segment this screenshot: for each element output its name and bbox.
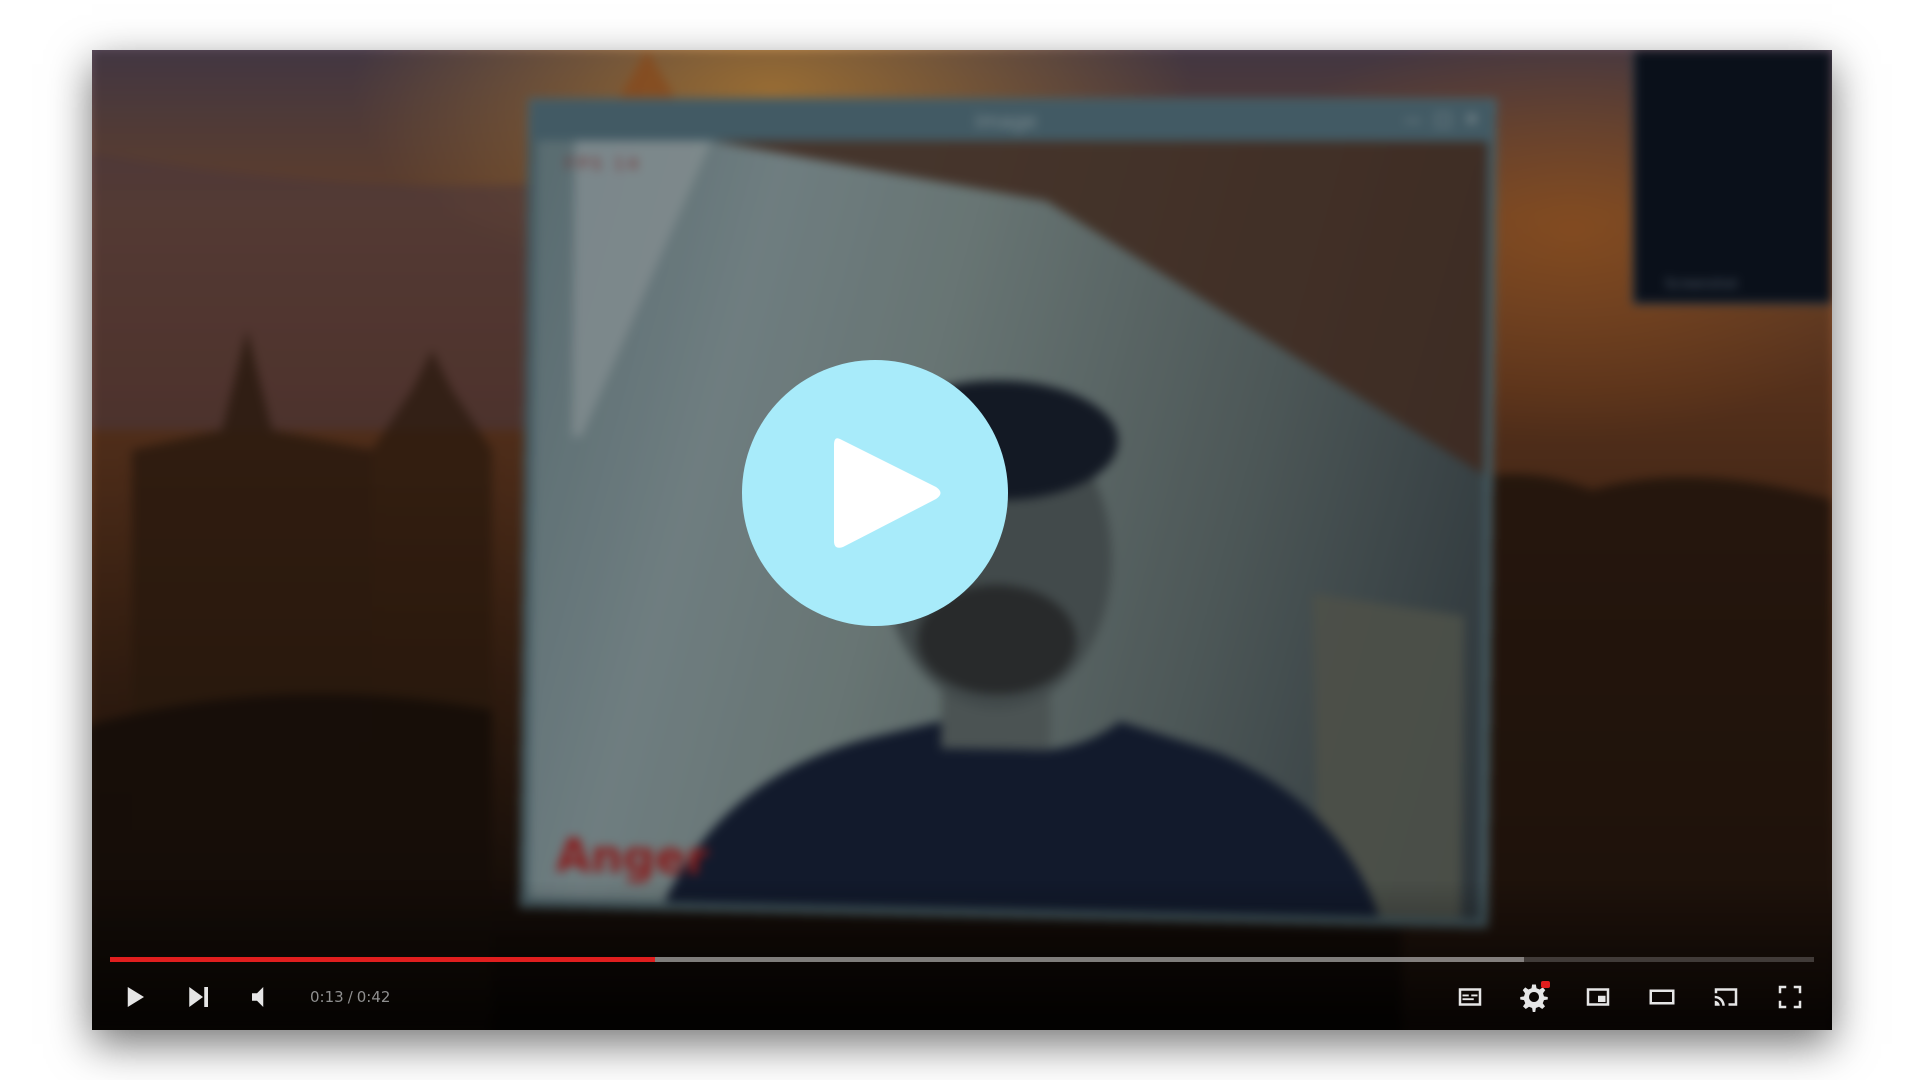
play-button[interactable] (110, 973, 158, 1021)
cast-icon (1714, 988, 1738, 1006)
progress-bar[interactable] (110, 957, 1814, 962)
play-icon (834, 438, 941, 548)
volume-icon (252, 987, 264, 1007)
fullscreen-icon (1778, 985, 1802, 1009)
settings-button[interactable] (1510, 973, 1558, 1021)
subtitles-icon (1458, 988, 1482, 1006)
theater-icon (1649, 989, 1675, 1005)
next-button[interactable] (174, 973, 222, 1021)
next-icon (189, 987, 208, 1007)
controls-bar: 0:13/0:42 (92, 964, 1832, 1030)
settings-icon (1520, 984, 1548, 1012)
miniplayer-button[interactable] (1574, 973, 1622, 1021)
fullscreen-button[interactable] (1766, 973, 1814, 1021)
volume-button[interactable] (238, 973, 286, 1021)
big-play-button[interactable] (742, 360, 1008, 626)
page: image — □ ✕ FPS 14 Anger Screenshot 0:13… (0, 0, 1920, 1080)
cast-button[interactable] (1702, 973, 1750, 1021)
subtitles-button[interactable] (1446, 973, 1494, 1021)
theater-button[interactable] (1638, 973, 1686, 1021)
controls-left: 0:13/0:42 (110, 973, 390, 1021)
time-current: 0:13 (310, 988, 344, 1006)
controls-right (1446, 973, 1814, 1021)
progress-played (110, 957, 656, 962)
time-separator: / (347, 988, 353, 1006)
miniplayer-icon (1586, 988, 1610, 1006)
play-icon (127, 987, 144, 1007)
time-duration: 0:42 (356, 988, 391, 1006)
time-display: 0:13/0:42 (310, 988, 390, 1006)
